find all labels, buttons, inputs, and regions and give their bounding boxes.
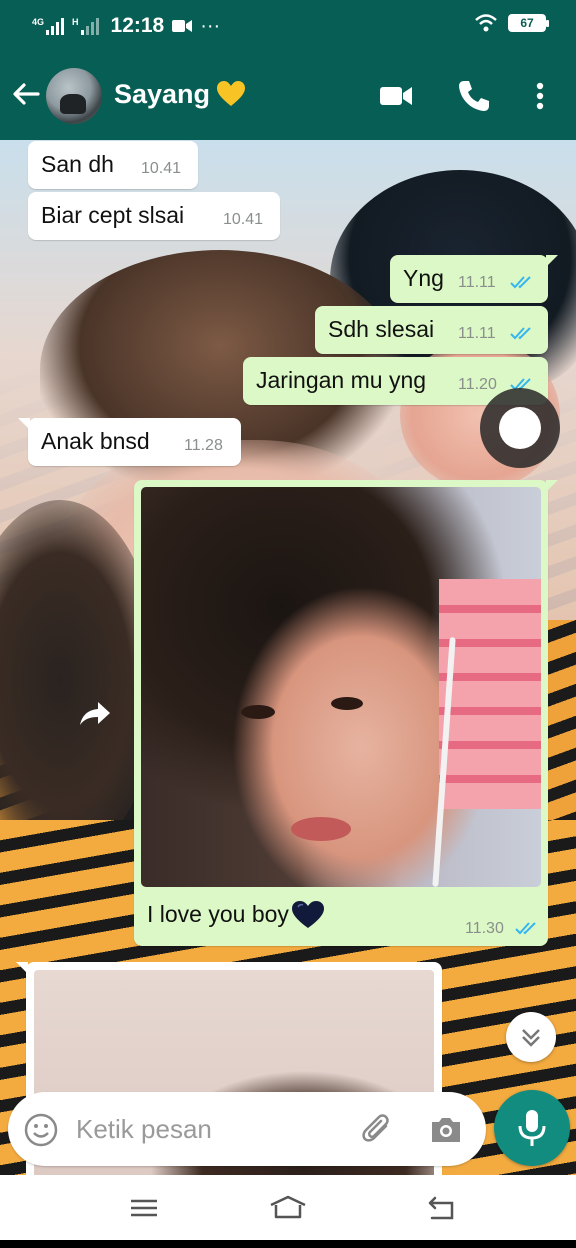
contact-avatar[interactable] bbox=[46, 68, 102, 124]
signal-icon: 4G bbox=[32, 17, 65, 35]
screen-bottom-edge bbox=[0, 1240, 576, 1248]
message-text: Biar cept slsai bbox=[41, 202, 185, 228]
message-text: Sdh slesai bbox=[328, 316, 435, 342]
more-vert-icon[interactable] bbox=[522, 78, 558, 114]
photo-eye bbox=[241, 705, 275, 719]
message-time: 11.11 bbox=[458, 274, 496, 291]
forward-icon[interactable] bbox=[74, 692, 116, 734]
back-arrow-icon[interactable] bbox=[10, 78, 42, 110]
message-bubble-in[interactable]: Anak bnsd 11.28 bbox=[18, 418, 241, 466]
system-nav-bar bbox=[0, 1175, 576, 1240]
emoji-icon[interactable] bbox=[24, 1113, 58, 1147]
scroll-to-bottom-button[interactable] bbox=[506, 1012, 556, 1062]
message-text: Yng bbox=[403, 265, 444, 291]
status-bar: 4G H 12:18 ··· 67 bbox=[0, 0, 576, 52]
message-time: 11.28 bbox=[184, 437, 223, 454]
bubble-tail bbox=[546, 255, 558, 267]
message-time: 11.11 bbox=[458, 325, 496, 342]
mic-button[interactable] bbox=[494, 1090, 570, 1166]
recent-apps-icon[interactable] bbox=[124, 1191, 164, 1225]
photo-lips bbox=[291, 817, 351, 841]
status-time: 12:18 bbox=[110, 14, 165, 37]
message-bubble-out[interactable]: Yng 11.11 bbox=[390, 255, 558, 303]
phone-icon[interactable] bbox=[456, 78, 492, 114]
chat-area[interactable]: San dh 10.41 Biar cept slsai 10.41 Yng 1… bbox=[0, 140, 576, 1175]
message-bubble-in[interactable]: San dh 10.41 bbox=[28, 141, 198, 189]
message-time: 10.41 bbox=[223, 211, 264, 228]
message-composer bbox=[8, 1092, 486, 1166]
paperclip-icon[interactable] bbox=[360, 1112, 396, 1148]
photo-poster bbox=[439, 579, 541, 809]
bubble-tail bbox=[18, 418, 30, 430]
battery-icon: 67 bbox=[508, 14, 549, 32]
message-photo[interactable] bbox=[141, 487, 541, 887]
read-ticks-icon bbox=[515, 922, 536, 935]
photo-eye bbox=[331, 697, 363, 710]
microphone-icon bbox=[518, 1110, 546, 1146]
status-left: 4G H 12:18 ··· bbox=[32, 14, 220, 38]
image-caption: I love you boy bbox=[147, 900, 325, 930]
message-text: San dh bbox=[41, 151, 114, 177]
wifi-icon bbox=[475, 14, 497, 32]
signal-icon-2: H bbox=[72, 17, 99, 35]
video-call-icon[interactable] bbox=[378, 78, 414, 114]
video-recording-icon bbox=[172, 20, 193, 32]
message-text: Jaringan mu yng bbox=[256, 367, 427, 393]
floating-assistive-button[interactable] bbox=[480, 388, 560, 468]
status-right: 67 bbox=[474, 14, 549, 32]
message-bubble-in[interactable]: Biar cept slsai 10.41 bbox=[28, 192, 280, 240]
overflow-dots: ··· bbox=[200, 14, 221, 37]
bubble-tail bbox=[16, 962, 28, 974]
message-bubble-out[interactable]: Sdh slesai 11.11 bbox=[315, 306, 548, 354]
read-ticks-icon bbox=[510, 276, 531, 289]
network-label-2: H bbox=[72, 17, 79, 27]
message-input[interactable] bbox=[76, 1106, 346, 1152]
black-heart-icon bbox=[291, 901, 324, 928]
network-label: 4G bbox=[32, 17, 45, 27]
home-icon[interactable] bbox=[268, 1191, 308, 1225]
bubble-tail bbox=[546, 480, 558, 492]
yellow-heart-icon bbox=[217, 81, 245, 106]
back-nav-icon[interactable] bbox=[420, 1191, 460, 1225]
message-text: Anak bnsd bbox=[41, 428, 150, 454]
read-ticks-icon bbox=[510, 327, 531, 340]
camera-icon[interactable] bbox=[428, 1112, 464, 1148]
caption-text: I love you boy bbox=[147, 901, 289, 927]
message-time: 10.41 bbox=[141, 160, 182, 177]
double-chevron-down-icon bbox=[522, 1029, 540, 1047]
message-time: 11.30 bbox=[465, 920, 504, 937]
image-message-bubble[interactable]: I love you boy 11.30 bbox=[134, 480, 558, 946]
message-time: 11.20 bbox=[458, 376, 497, 393]
chat-header: Sayang bbox=[0, 52, 576, 140]
contact-name[interactable]: Sayang bbox=[114, 79, 210, 110]
